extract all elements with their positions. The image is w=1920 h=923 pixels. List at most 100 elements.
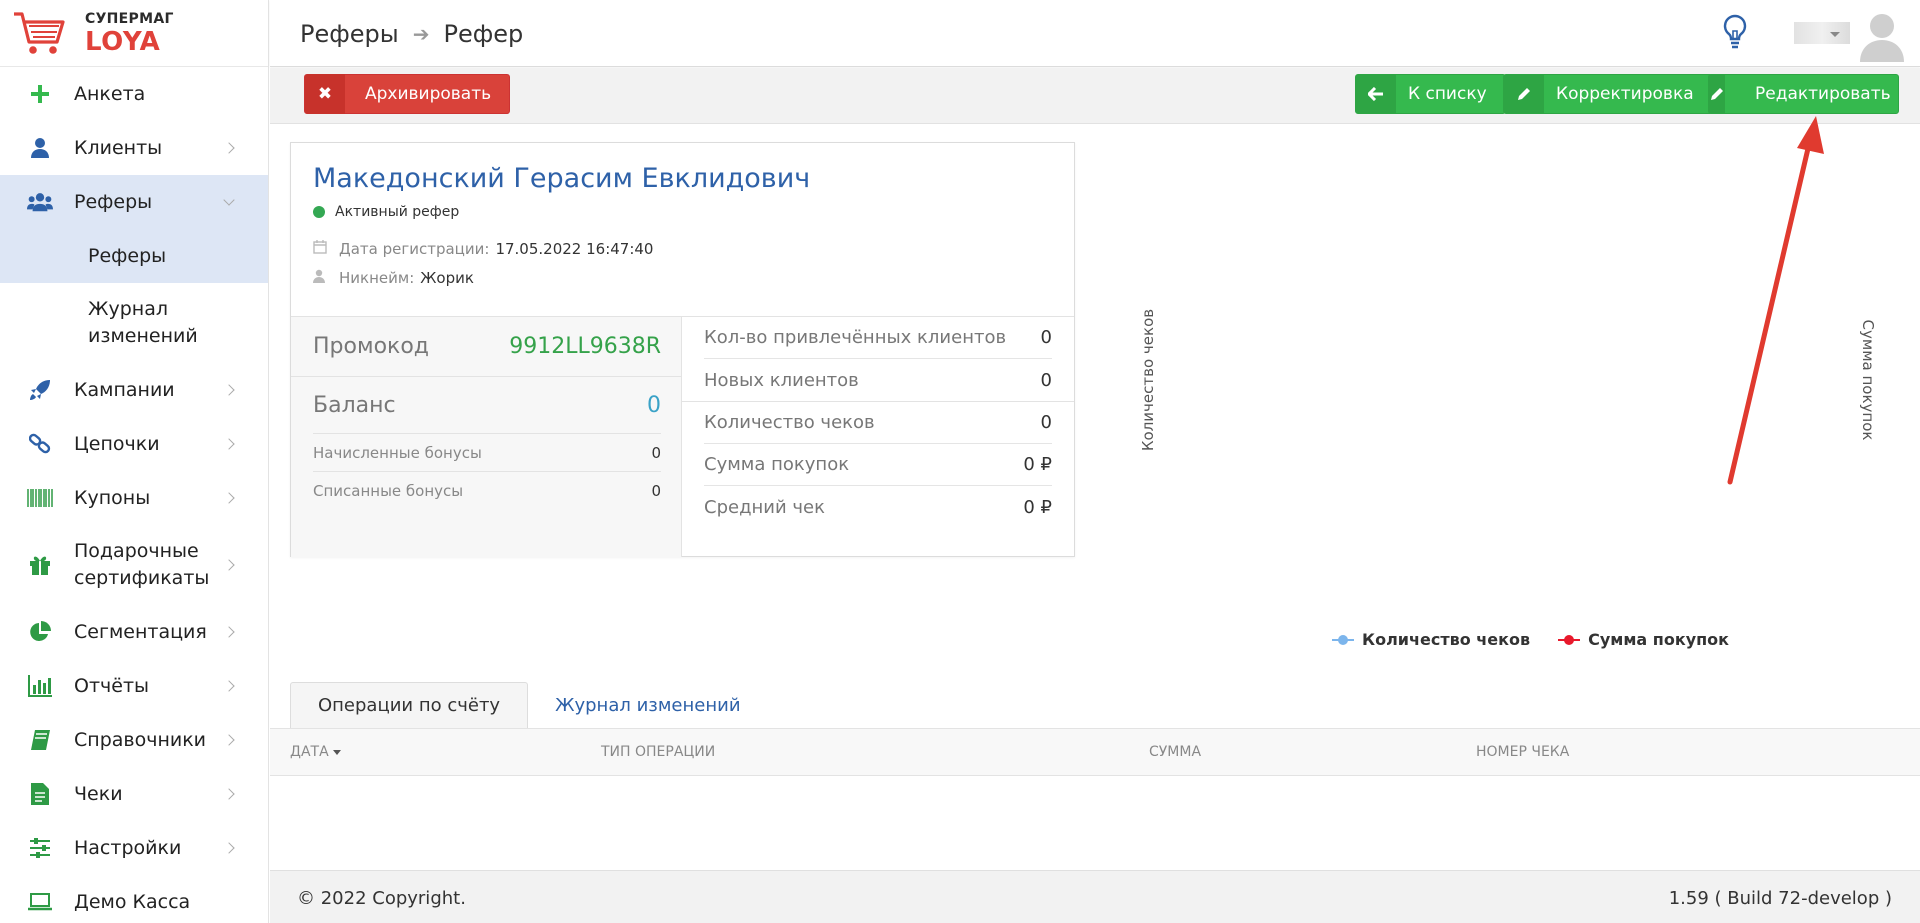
shopping-cart-icon: [14, 12, 65, 54]
sidebar-item-chains[interactable]: Цепочки: [0, 417, 268, 471]
chevron-down-icon: [223, 194, 235, 206]
sidebar-item-anketa[interactable]: Анкета: [0, 67, 268, 121]
archive-button[interactable]: ✖ Архивировать: [304, 74, 511, 114]
tab-account-operations[interactable]: Операции по счёту: [290, 682, 529, 728]
chart-y-axis-left-label: Количество чеков: [1139, 308, 1157, 452]
chevron-right-icon: [223, 492, 235, 504]
stat-row-new-clients: Новых клиентов 0: [704, 359, 1052, 401]
gift-icon: [27, 552, 53, 578]
lightbulb-icon[interactable]: [1720, 14, 1750, 52]
link-icon: [27, 431, 53, 457]
sidebar-item-campaigns[interactable]: Кампании: [0, 363, 268, 417]
chart-legend: Количество чеков Сумма покупок: [1332, 630, 1757, 649]
sidebar-item-reports[interactable]: Отчёты: [0, 659, 268, 713]
sidebar-item-label: Анкета: [74, 82, 146, 105]
column-operation-type[interactable]: ТИП ОПЕРАЦИИ: [601, 744, 715, 760]
stat-label: Кол-во привлечённых клиентов: [704, 327, 1007, 348]
user-icon: [27, 135, 53, 161]
accrued-bonuses-row: Начисленные бонусы 0: [313, 433, 661, 471]
spent-bonuses-row: Списанные бонусы 0: [313, 471, 661, 509]
promocode-value: 9912LL9638R: [509, 334, 661, 359]
stat-value: 0: [1040, 369, 1052, 391]
sidebar-item-coupons[interactable]: Купоны: [0, 471, 268, 525]
sidebar-subitem-changelog[interactable]: Журнал изменений: [0, 283, 268, 363]
registration-date: Дата регистрации: 17.05.2022 16:47:40: [313, 240, 1052, 258]
edit-button[interactable]: Редактировать: [1708, 74, 1899, 114]
legend-marker-icon: [1332, 634, 1354, 646]
user-name-blurred[interactable]: [1794, 22, 1850, 44]
legend-dot: [1338, 634, 1348, 645]
legend-label: Сумма покупок: [1588, 630, 1730, 649]
sidebar-item-receipts[interactable]: Чеки: [0, 767, 268, 821]
sidebar-item-referrers[interactable]: Реферы: [0, 175, 268, 229]
sidebar-item-label: Настройки: [74, 836, 182, 859]
accrued-bonuses-value: 0: [651, 443, 661, 462]
sidebar-item-demo-pos[interactable]: Демо Касса: [0, 875, 268, 923]
users-icon: [27, 189, 53, 215]
stat-row-receipts: Количество чеков 0: [704, 402, 1052, 444]
laptop-icon: [27, 889, 53, 915]
accrued-bonuses-label: Начисленные бонусы: [313, 443, 482, 462]
column-date[interactable]: ДАТА: [290, 744, 341, 760]
sidebar-item-settings[interactable]: Настройки: [0, 821, 268, 875]
sidebar: СУПЕРМАГ LOYA Анкета Клиенты Реферы Рефе: [0, 0, 269, 923]
avatar[interactable]: [1858, 10, 1906, 62]
sidebar-subitem-referrers[interactable]: Реферы: [0, 229, 268, 283]
balance-row: Баланс 0: [291, 377, 681, 433]
legend-item-purchase-sum[interactable]: Сумма покупок: [1558, 630, 1729, 649]
tab-changelog[interactable]: Журнал изменений: [528, 682, 767, 728]
spent-bonuses-label: Списанные бонусы: [313, 481, 464, 500]
action-toolbar: ✖ Архивировать К списку Корректировка Ре…: [270, 68, 1920, 124]
stat-value: 0: [1040, 412, 1052, 433]
archive-button-label: Архивировать: [365, 84, 492, 104]
user-icon: [313, 269, 327, 287]
correction-button-label: Корректировка: [1556, 84, 1694, 104]
referrer-card: Македонский Герасим Евклидович Активный …: [290, 142, 1075, 557]
stats-group-purchases: Количество чеков 0 Сумма покупок 0 ₽ Сре…: [682, 401, 1074, 528]
sidebar-item-label: Кампании: [74, 378, 175, 401]
caret-down-icon: [1830, 32, 1840, 37]
sidebar-item-label: Сегментация: [74, 620, 207, 643]
legend-label: Количество чеков: [1362, 630, 1531, 649]
tabs: Операции по счёту Журнал изменений: [290, 682, 768, 728]
column-date-label: ДАТА: [290, 744, 329, 760]
chart-y-axis-right-label: Сумма покупок: [1859, 319, 1877, 441]
bar-chart-icon: [27, 673, 53, 699]
column-amount[interactable]: СУММА: [1149, 744, 1201, 760]
back-to-list-button[interactable]: К списку: [1355, 74, 1506, 114]
sidebar-item-label: Демо Касса: [74, 890, 191, 913]
chevron-right-icon: [223, 142, 235, 154]
chevron-right-icon: [223, 734, 235, 746]
brand-logo[interactable]: СУПЕРМАГ LOYA: [0, 0, 268, 67]
breadcrumb-current: Рефер: [443, 20, 524, 48]
sidebar-item-label: Купоны: [74, 486, 151, 509]
referrer-name: Македонский Герасим Евклидович: [313, 163, 811, 194]
sidebar-item-label: Клиенты: [74, 136, 163, 159]
sidebar-item-segmentation[interactable]: Сегментация: [0, 605, 268, 659]
nickname-value: Жорик: [420, 269, 474, 287]
version-text: 1.59 ( Build 72-develop ): [1668, 888, 1892, 909]
status-badge: Активный рефер: [313, 204, 1052, 220]
breadcrumb-referrers-link[interactable]: Реферы: [300, 20, 399, 48]
sidebar-item-label: Чеки: [74, 782, 123, 805]
stat-label: Сумма покупок: [704, 454, 850, 475]
correction-button[interactable]: Корректировка: [1503, 74, 1713, 114]
column-receipt-number[interactable]: НОМЕР ЧЕКА: [1476, 744, 1569, 760]
stat-label: Средний чек: [704, 496, 825, 518]
document-icon: [27, 781, 53, 807]
brand-line2: LOYA: [85, 26, 161, 57]
arrow-right-icon: ➔: [412, 22, 430, 46]
sidebar-item-clients[interactable]: Клиенты: [0, 121, 268, 175]
promo-balance-panel: Промокод 9912LL9638R Баланс 0 Начисленны…: [291, 317, 682, 557]
annotation-arrow-icon: [1727, 116, 1824, 485]
sidebar-item-gift-certificates[interactable]: Подарочные сертификаты: [0, 525, 268, 605]
sidebar-item-references[interactable]: Справочники: [0, 713, 268, 767]
sidebar-item-label: Реферы: [74, 190, 153, 213]
chevron-right-icon: [223, 384, 235, 396]
sidebar-item-label: Справочники: [74, 728, 207, 751]
chevron-right-icon: [223, 438, 235, 450]
legend-item-receipts[interactable]: Количество чеков: [1332, 630, 1530, 649]
balance-value: 0: [647, 392, 661, 418]
sidebar-nav: Анкета Клиенты Реферы Реферы Журнал изме…: [0, 67, 268, 923]
chevron-right-icon: [223, 842, 235, 854]
